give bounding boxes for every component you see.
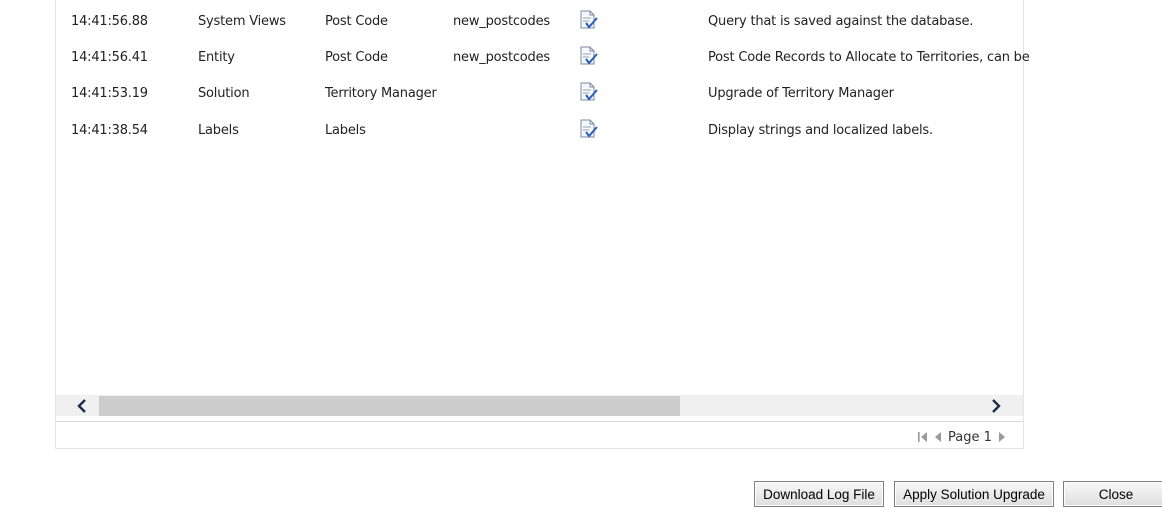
cell-time: 14:41:56.88 — [71, 14, 148, 29]
cell-schema: new_postcodes — [453, 14, 550, 29]
success-check-icon — [579, 82, 599, 104]
cell-time: 14:41:56.41 — [71, 50, 148, 66]
cell-description: Query that is saved against the database… — [708, 14, 974, 29]
cell-time: 14:41:53.19 — [71, 86, 148, 102]
table-row[interactable]: 14:41:53.19 Solution Territory Manager U… — [56, 77, 1023, 113]
table-row[interactable]: 14:41:56.88 System Views Post Code new_p… — [56, 5, 1023, 41]
download-log-file-button[interactable]: Download Log File — [754, 481, 884, 507]
first-page-icon[interactable] — [918, 431, 928, 443]
success-check-icon — [579, 10, 599, 32]
footer-divider — [56, 421, 1023, 422]
cell-time: 14:41:38.54 — [71, 122, 148, 138]
cell-name: Labels — [325, 122, 366, 138]
horizontal-scrollbar[interactable] — [56, 395, 1023, 416]
download-log-file-label: Download Log File — [763, 486, 875, 502]
close-button[interactable]: Close — [1063, 481, 1162, 507]
cell-name: Territory Manager — [325, 86, 437, 102]
cell-schema: new_postcodes — [453, 50, 550, 66]
scrollbar-thumb[interactable] — [99, 396, 680, 416]
apply-solution-upgrade-label: Apply Solution Upgrade — [903, 486, 1045, 502]
success-check-icon — [579, 46, 599, 68]
scroll-left-icon[interactable] — [72, 396, 92, 416]
scroll-right-icon[interactable] — [986, 396, 1006, 416]
table-row[interactable]: 14:41:56.41 Entity Post Code new_postcod… — [56, 41, 1030, 77]
cell-type: Entity — [198, 50, 235, 66]
cell-name: Post Code — [325, 14, 388, 29]
cell-type: Solution — [198, 86, 250, 102]
page-label: Page 1 — [948, 429, 992, 445]
next-page-icon[interactable] — [997, 431, 1007, 443]
pager: Page 1 — [918, 428, 1007, 446]
cell-type: System Views — [198, 14, 286, 29]
cell-description: Upgrade of Territory Manager — [708, 86, 894, 102]
cell-description: Display strings and localized labels. — [708, 122, 933, 138]
apply-solution-upgrade-button[interactable]: Apply Solution Upgrade — [894, 481, 1054, 507]
previous-page-icon[interactable] — [933, 431, 943, 443]
cell-type: Labels — [198, 122, 239, 138]
grid-rows: 14:41:56.88 System Views Post Code new_p… — [56, 5, 1030, 150]
table-row[interactable]: 14:41:38.54 Labels Labels Display string… — [56, 114, 1023, 150]
close-label: Close — [1098, 486, 1134, 502]
cell-description: Post Code Records to Allocate to Territo… — [708, 50, 1030, 66]
success-check-icon — [579, 119, 599, 141]
import-log-grid: 14:41:56.88 System Views Post Code new_p… — [55, 0, 1030, 449]
cell-name: Post Code — [325, 50, 388, 66]
